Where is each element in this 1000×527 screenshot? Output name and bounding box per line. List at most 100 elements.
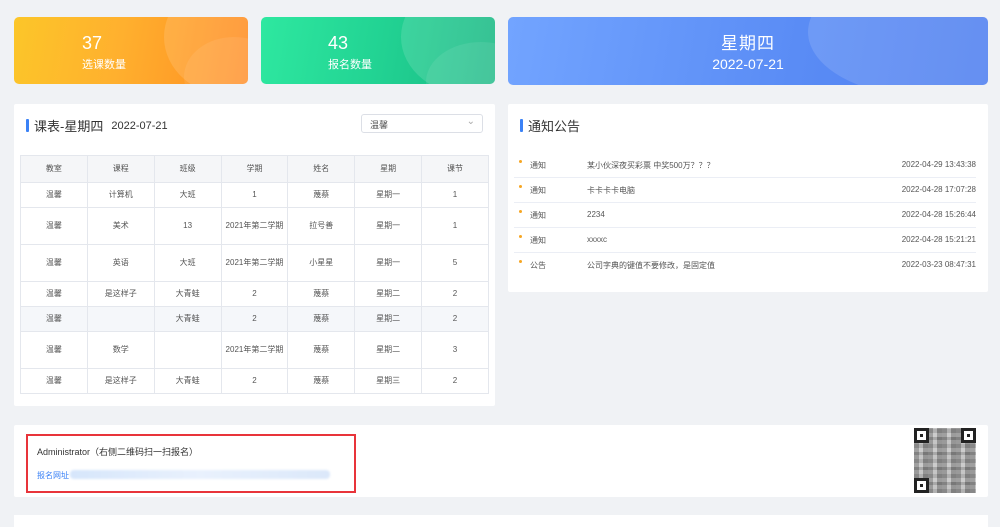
table-cell: 温馨 <box>20 182 88 208</box>
bottom-panel <box>14 515 988 527</box>
signup-count-value: 43 <box>328 33 349 53</box>
table-cell: 拉号善 <box>287 207 356 245</box>
table-cell: 2021年第二学期 <box>220 207 289 245</box>
table-cell: 2 <box>421 306 489 332</box>
table-row[interactable]: 温馨 美术 13 2021年第二学期 拉号善 星期一 1 <box>20 207 489 245</box>
course-count-card: 37 选课数量 <box>14 17 248 84</box>
bullet-dot-icon <box>519 185 522 188</box>
registration-url-link[interactable] <box>70 470 330 479</box>
notice-text[interactable]: 卡卡卡卡电脑 <box>587 185 635 196</box>
notice-type: 通知 <box>530 211 546 220</box>
notice-item[interactable]: 通知 卡卡卡卡电脑 2022-04-28 17:07:28 <box>514 178 976 203</box>
column-header: 课节 <box>421 155 489 183</box>
table-cell: 计算机 <box>86 182 155 208</box>
column-header: 星期 <box>354 155 423 183</box>
schedule-table: 教室 课程 班级 学期 姓名 星期 课节 温馨 计算机 大班 1 蔑蔡 星期一 … <box>20 155 489 394</box>
notice-item[interactable]: 通知 xxxxc 2022-04-28 15:21:21 <box>514 228 976 253</box>
table-cell: 1 <box>220 182 289 208</box>
notice-title: 通知公告 <box>520 116 580 135</box>
table-cell: 星期一 <box>354 182 423 208</box>
table-cell: 5 <box>421 244 489 282</box>
notice-title-text: 通知公告 <box>528 119 581 134</box>
table-cell: 星期三 <box>354 368 423 394</box>
table-cell: 温馨 <box>20 306 88 332</box>
admin-text: Administrator（右侧二维码扫一扫报名） <box>37 447 199 457</box>
table-cell: 蔑蔡 <box>287 306 356 332</box>
notice-time: 2022-03-23 08:47:31 <box>901 260 976 269</box>
table-cell: 2 <box>220 306 289 332</box>
registration-info-box: Administrator（右侧二维码扫一扫报名） 报名网址 <box>26 434 356 493</box>
table-cell: 大班 <box>153 244 222 282</box>
bullet-dot-icon <box>519 160 522 163</box>
notice-time: 2022-04-29 13:43:38 <box>901 160 976 169</box>
column-header: 课程 <box>86 155 155 183</box>
table-cell: 温馨 <box>20 244 88 282</box>
table-cell: 2 <box>421 368 489 394</box>
notice-panel: 通知公告 通知 某小伙深夜买彩票 中奖500万？？？ 2022-04-29 13… <box>508 104 988 292</box>
classroom-select-value: 温馨 <box>370 120 389 130</box>
course-count-label: 选课数量 <box>82 59 126 71</box>
table-cell <box>153 331 222 369</box>
table-cell: 温馨 <box>20 281 88 307</box>
notice-time: 2022-04-28 17:07:28 <box>901 185 976 194</box>
notice-text[interactable]: 某小伙深夜买彩票 中奖500万？？？ <box>587 160 715 171</box>
table-cell: 13 <box>153 207 222 245</box>
bullet-dot-icon <box>519 260 522 263</box>
notice-text[interactable]: 2234 <box>587 210 605 219</box>
schedule-title: 课表-星期四 2022-07-21 <box>26 116 168 135</box>
table-cell: 星期一 <box>354 244 423 282</box>
table-cell: 温馨 <box>20 368 88 394</box>
notice-type: 通知 <box>530 186 546 195</box>
table-cell: 数学 <box>86 331 155 369</box>
table-cell: 大青蛙 <box>153 368 222 394</box>
table-cell: 大班 <box>153 182 222 208</box>
table-row[interactable]: 温馨 英语 大班 2021年第二学期 小星星 星期一 5 <box>20 244 489 282</box>
table-cell: 1 <box>421 207 489 245</box>
schedule-date: 2022-07-21 <box>111 119 168 132</box>
notice-text[interactable]: 公司字典的键值不要修改，是固定值 <box>587 260 715 271</box>
table-row[interactable]: 温馨 是这样子 大青蛙 2 蔑蔡 星期三 2 <box>20 368 489 394</box>
table-row[interactable]: 温馨 是这样子 大青蛙 2 蔑蔡 星期二 2 <box>20 281 489 307</box>
title-accent-bar <box>26 119 29 132</box>
table-cell: 2021年第二学期 <box>220 331 289 369</box>
table-cell: 3 <box>421 331 489 369</box>
column-header: 班级 <box>153 155 222 183</box>
table-cell: 2 <box>220 368 289 394</box>
table-cell: 蔑蔡 <box>287 182 356 208</box>
notice-text[interactable]: xxxxc <box>587 235 607 244</box>
today-date: 2022-07-21 <box>712 56 784 72</box>
table-cell: 英语 <box>86 244 155 282</box>
column-header: 教室 <box>20 155 88 183</box>
table-cell: 星期二 <box>354 306 423 332</box>
notice-type: 公告 <box>530 261 546 270</box>
bullet-dot-icon <box>519 235 522 238</box>
table-cell: 蔑蔡 <box>287 368 356 394</box>
table-cell: 是这样子 <box>86 368 155 394</box>
notice-time: 2022-04-28 15:21:21 <box>901 235 976 244</box>
registration-url-label[interactable]: 报名网址 <box>37 470 69 481</box>
notice-time: 2022-04-28 15:26:44 <box>901 210 976 219</box>
table-cell: 美术 <box>86 207 155 245</box>
schedule-panel: 课表-星期四 2022-07-21 温馨 ⌄ 教室 课程 班级 学期 姓名 星期 … <box>14 104 495 406</box>
table-row[interactable]: 温馨 计算机 大班 1 蔑蔡 星期一 1 <box>20 182 489 208</box>
chevron-down-icon: ⌄ <box>466 116 475 127</box>
notice-item[interactable]: 公告 公司字典的键值不要修改，是固定值 2022-03-23 08:47:31 <box>514 253 976 278</box>
table-cell: 1 <box>421 182 489 208</box>
table-cell: 是这样子 <box>86 281 155 307</box>
table-cell <box>86 306 155 332</box>
notice-type: 通知 <box>530 161 546 170</box>
title-accent-bar <box>520 119 523 132</box>
column-header: 学期 <box>220 155 289 183</box>
table-cell: 2021年第二学期 <box>220 244 289 282</box>
notice-item[interactable]: 通知 某小伙深夜买彩票 中奖500万？？？ 2022-04-29 13:43:3… <box>514 153 976 178</box>
qr-code-image <box>914 428 976 493</box>
bullet-dot-icon <box>519 210 522 213</box>
table-row-hovered[interactable]: 温馨 大青蛙 2 蔑蔡 星期二 2 <box>20 306 489 332</box>
notice-type: 通知 <box>530 236 546 245</box>
signup-count-label: 报名数量 <box>328 59 372 71</box>
notice-item[interactable]: 通知 2234 2022-04-28 15:26:44 <box>514 203 976 228</box>
signup-count-card: 43 报名数量 <box>261 17 495 84</box>
table-cell: 蔑蔡 <box>287 281 356 307</box>
table-row[interactable]: 温馨 数学 2021年第二学期 蔑蔡 星期二 3 <box>20 331 489 369</box>
classroom-select[interactable]: 温馨 ⌄ <box>361 114 483 133</box>
